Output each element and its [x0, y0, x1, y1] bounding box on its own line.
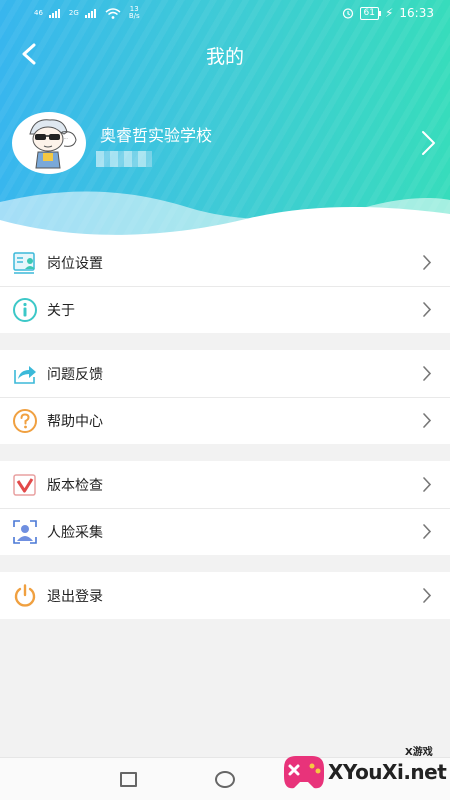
version-check-icon	[13, 474, 36, 496]
charging-icon: ⚡	[384, 6, 394, 20]
face-capture-icon	[13, 520, 37, 544]
menu-item-label: 问题反馈	[47, 367, 103, 383]
svg-text:...: ...	[64, 135, 68, 140]
menu-item-version-check[interactable]: 版本检查	[0, 461, 450, 508]
menu-group-3: 版本检查 人脸采集	[0, 461, 450, 555]
menu-group-1: 岗位设置 关于	[0, 239, 450, 333]
avatar[interactable]: ...	[12, 112, 86, 174]
clock: 16:33	[399, 6, 434, 20]
menu-group-4: 退出登录	[0, 572, 450, 619]
menu-item-logout[interactable]: 退出登录	[0, 572, 450, 619]
profile-chevron-right-icon[interactable]	[418, 128, 440, 158]
info-icon	[13, 298, 37, 322]
menu-item-label: 关于	[47, 303, 75, 319]
wifi-icon	[105, 7, 121, 19]
chevron-right-icon	[423, 366, 432, 381]
menu-item-feedback[interactable]: 问题反馈	[0, 350, 450, 397]
menu-item-label: 岗位设置	[47, 256, 103, 272]
chevron-right-icon	[423, 477, 432, 492]
home-circle-icon[interactable]	[215, 771, 235, 788]
help-icon	[13, 409, 37, 433]
signal-icon-2	[84, 9, 96, 18]
watermark: X游戏 XYouXi.net	[278, 740, 448, 800]
chevron-right-icon	[423, 588, 432, 603]
status-bar: 46 2G 13 B/s 61 ⚡ 16:33	[0, 0, 450, 28]
battery-indicator: 61	[359, 6, 382, 20]
avatar-cartoon-image: ...	[13, 113, 85, 173]
menu-item-label: 退出登录	[47, 589, 103, 605]
gamepad-logo-icon	[284, 756, 324, 789]
status-right: 61 ⚡ 16:33	[342, 6, 434, 20]
signal-icon	[48, 9, 60, 18]
network-speed-unit: B/s	[128, 12, 140, 20]
alarm-icon	[342, 8, 353, 19]
school-name: 奥睿哲实验学校	[100, 126, 213, 145]
watermark-sub: X游戏	[405, 747, 433, 758]
menu-item-label: 人脸采集	[47, 525, 103, 541]
signal-label-1: 46	[34, 9, 43, 17]
chevron-right-icon	[423, 524, 432, 539]
page-title: 我的	[205, 46, 244, 68]
chevron-right-icon	[423, 255, 432, 270]
power-icon	[14, 584, 36, 607]
feedback-share-icon	[14, 366, 36, 384]
status-left: 46 2G 13 B/s	[34, 6, 140, 20]
position-settings-icon	[13, 252, 35, 274]
signal-label-2: 2G	[68, 9, 79, 17]
menu-group-2: 问题反馈 帮助中心	[0, 350, 450, 444]
menu-item-label: 版本检查	[47, 478, 103, 494]
menu-item-face-capture[interactable]: 人脸采集	[0, 508, 450, 555]
watermark-text: XYouXi.net	[328, 760, 447, 784]
header-wave	[0, 191, 450, 240]
menu-item-position-settings[interactable]: 岗位设置	[0, 239, 450, 286]
menu-item-label: 帮助中心	[47, 414, 103, 430]
menu-item-help-center[interactable]: 帮助中心	[0, 397, 450, 444]
network-speed: 13 B/s	[129, 6, 140, 20]
recents-square-icon[interactable]	[120, 772, 137, 787]
blurred-account-id	[96, 151, 152, 167]
chevron-right-icon	[423, 302, 432, 317]
menu-item-about[interactable]: 关于	[0, 286, 450, 333]
chevron-right-icon	[423, 413, 432, 428]
